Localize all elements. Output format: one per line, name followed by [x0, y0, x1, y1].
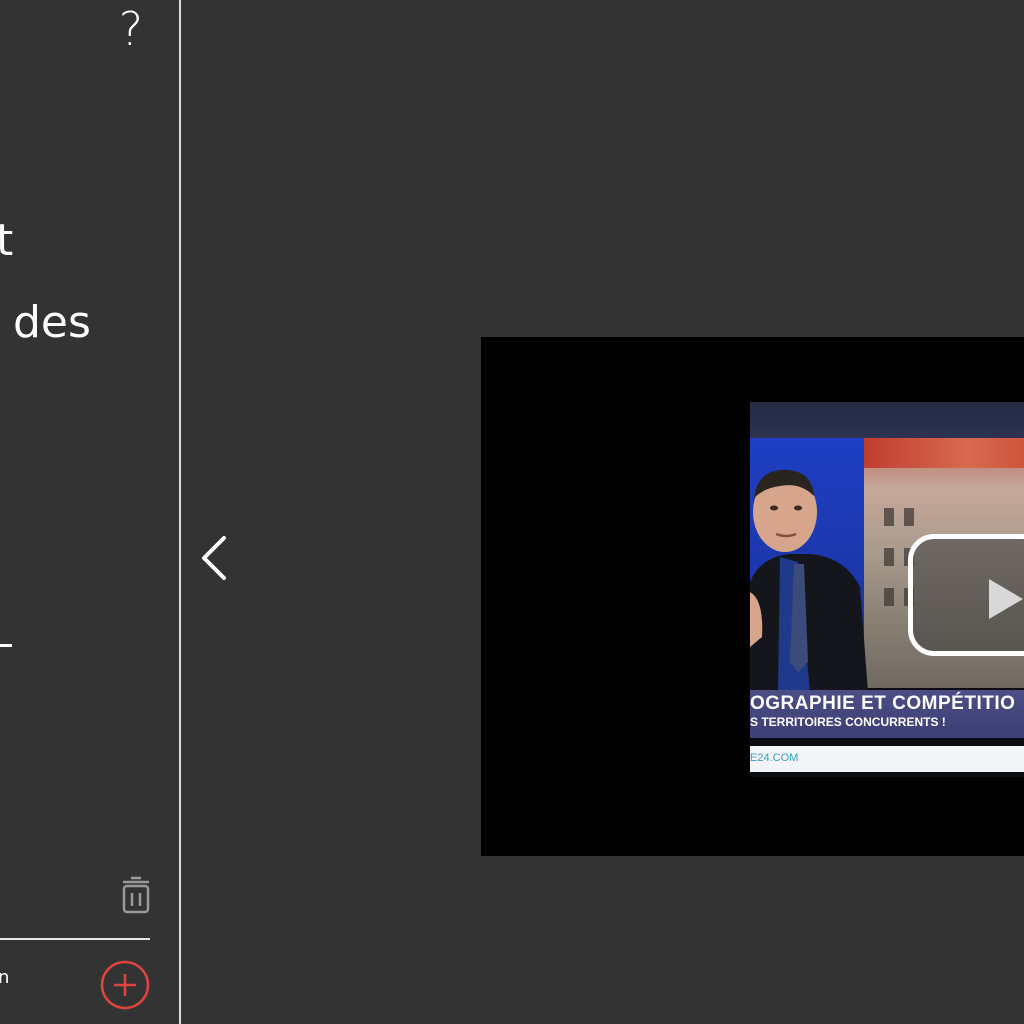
add-button[interactable] [100, 960, 150, 1010]
video-player[interactable]: OGRAPHIE ET COMPÉTITIO S TERRITOIRES CON… [481, 337, 1024, 856]
sidebar-divider [0, 938, 150, 940]
play-button[interactable] [908, 534, 1024, 656]
chevron-left-icon [202, 536, 226, 580]
thumbnail-top-bar [750, 402, 1024, 438]
sidebar-bottom-label: n [0, 964, 9, 992]
banner-title: OGRAPHIE ET COMPÉTITIO [750, 693, 1016, 714]
video-thumbnail: OGRAPHIE ET COMPÉTITIO S TERRITOIRES CON… [750, 402, 1024, 777]
sidebar-title-line-2: des [13, 297, 91, 348]
question-mark-icon[interactable]: ? [113, 2, 149, 56]
sidebar: ? t des n [0, 0, 181, 1024]
app-root: ? t des n [0, 0, 1024, 1024]
presenter-figure [750, 469, 868, 692]
previous-button[interactable] [190, 526, 240, 590]
url-fragment: E24.COM [750, 752, 799, 764]
trash-icon[interactable] [120, 876, 152, 916]
thumbnail-banner: OGRAPHIE ET COMPÉTITIO S TERRITOIRES CON… [750, 690, 1024, 738]
play-icon [989, 579, 1023, 619]
banner-subtitle: S TERRITOIRES CONCURRENTS ! [750, 715, 946, 729]
dash-mark [0, 644, 12, 647]
thumbnail-url-bar: E24.COM [750, 746, 1024, 772]
sidebar-title-line-1: t [0, 214, 13, 268]
plus-circle-icon [100, 960, 150, 1010]
